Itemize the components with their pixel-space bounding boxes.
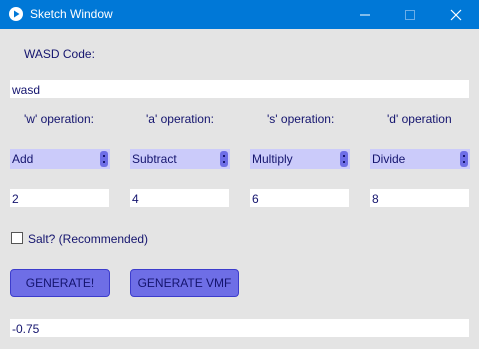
- output-field[interactable]: -0.75: [10, 319, 469, 337]
- maximize-button[interactable]: [387, 0, 433, 29]
- salt-checkbox[interactable]: [11, 232, 23, 244]
- s-operation-select[interactable]: Multiply: [250, 149, 350, 169]
- dropdown-arrow-icon[interactable]: [100, 151, 108, 167]
- app-play-icon: [9, 7, 23, 21]
- w-operation-select[interactable]: Add: [10, 149, 110, 169]
- d-operation-select[interactable]: Divide: [370, 149, 470, 169]
- dropdown-arrow-icon[interactable]: [340, 151, 348, 167]
- window-title: Sketch Window: [30, 7, 113, 21]
- w-operation-selected: Add: [12, 152, 34, 166]
- wasd-code-label: WASD Code:: [24, 47, 95, 61]
- generate-vmf-button[interactable]: GENERATE VMF: [130, 269, 239, 297]
- close-icon: [450, 9, 462, 21]
- a-value-input[interactable]: 4: [130, 189, 229, 207]
- d-operation-selected: Divide: [372, 152, 406, 166]
- maximize-icon: [405, 10, 415, 20]
- dropdown-arrow-icon[interactable]: [460, 151, 468, 167]
- generate-button[interactable]: GENERATE!: [10, 269, 110, 297]
- dropdown-arrow-icon[interactable]: [220, 151, 228, 167]
- a-operation-select[interactable]: Subtract: [130, 149, 230, 169]
- close-button[interactable]: [433, 0, 479, 29]
- s-operation-label: 's' operation:: [267, 112, 335, 126]
- a-operation-selected: Subtract: [132, 152, 177, 166]
- wasd-code-input[interactable]: wasd: [10, 80, 469, 98]
- s-operation-selected: Multiply: [252, 152, 293, 166]
- s-value-input[interactable]: 6: [250, 189, 349, 207]
- d-value-input[interactable]: 8: [370, 189, 469, 207]
- w-value-input[interactable]: 2: [10, 189, 109, 207]
- salt-label[interactable]: Salt? (Recommended): [28, 232, 148, 246]
- w-operation-label: 'w' operation:: [24, 112, 94, 126]
- minimize-icon: [360, 14, 370, 16]
- title-bar[interactable]: Sketch Window: [0, 0, 479, 29]
- minimize-button[interactable]: [342, 0, 388, 29]
- d-operation-label: 'd' operation: [387, 112, 452, 126]
- a-operation-label: 'a' operation:: [146, 112, 214, 126]
